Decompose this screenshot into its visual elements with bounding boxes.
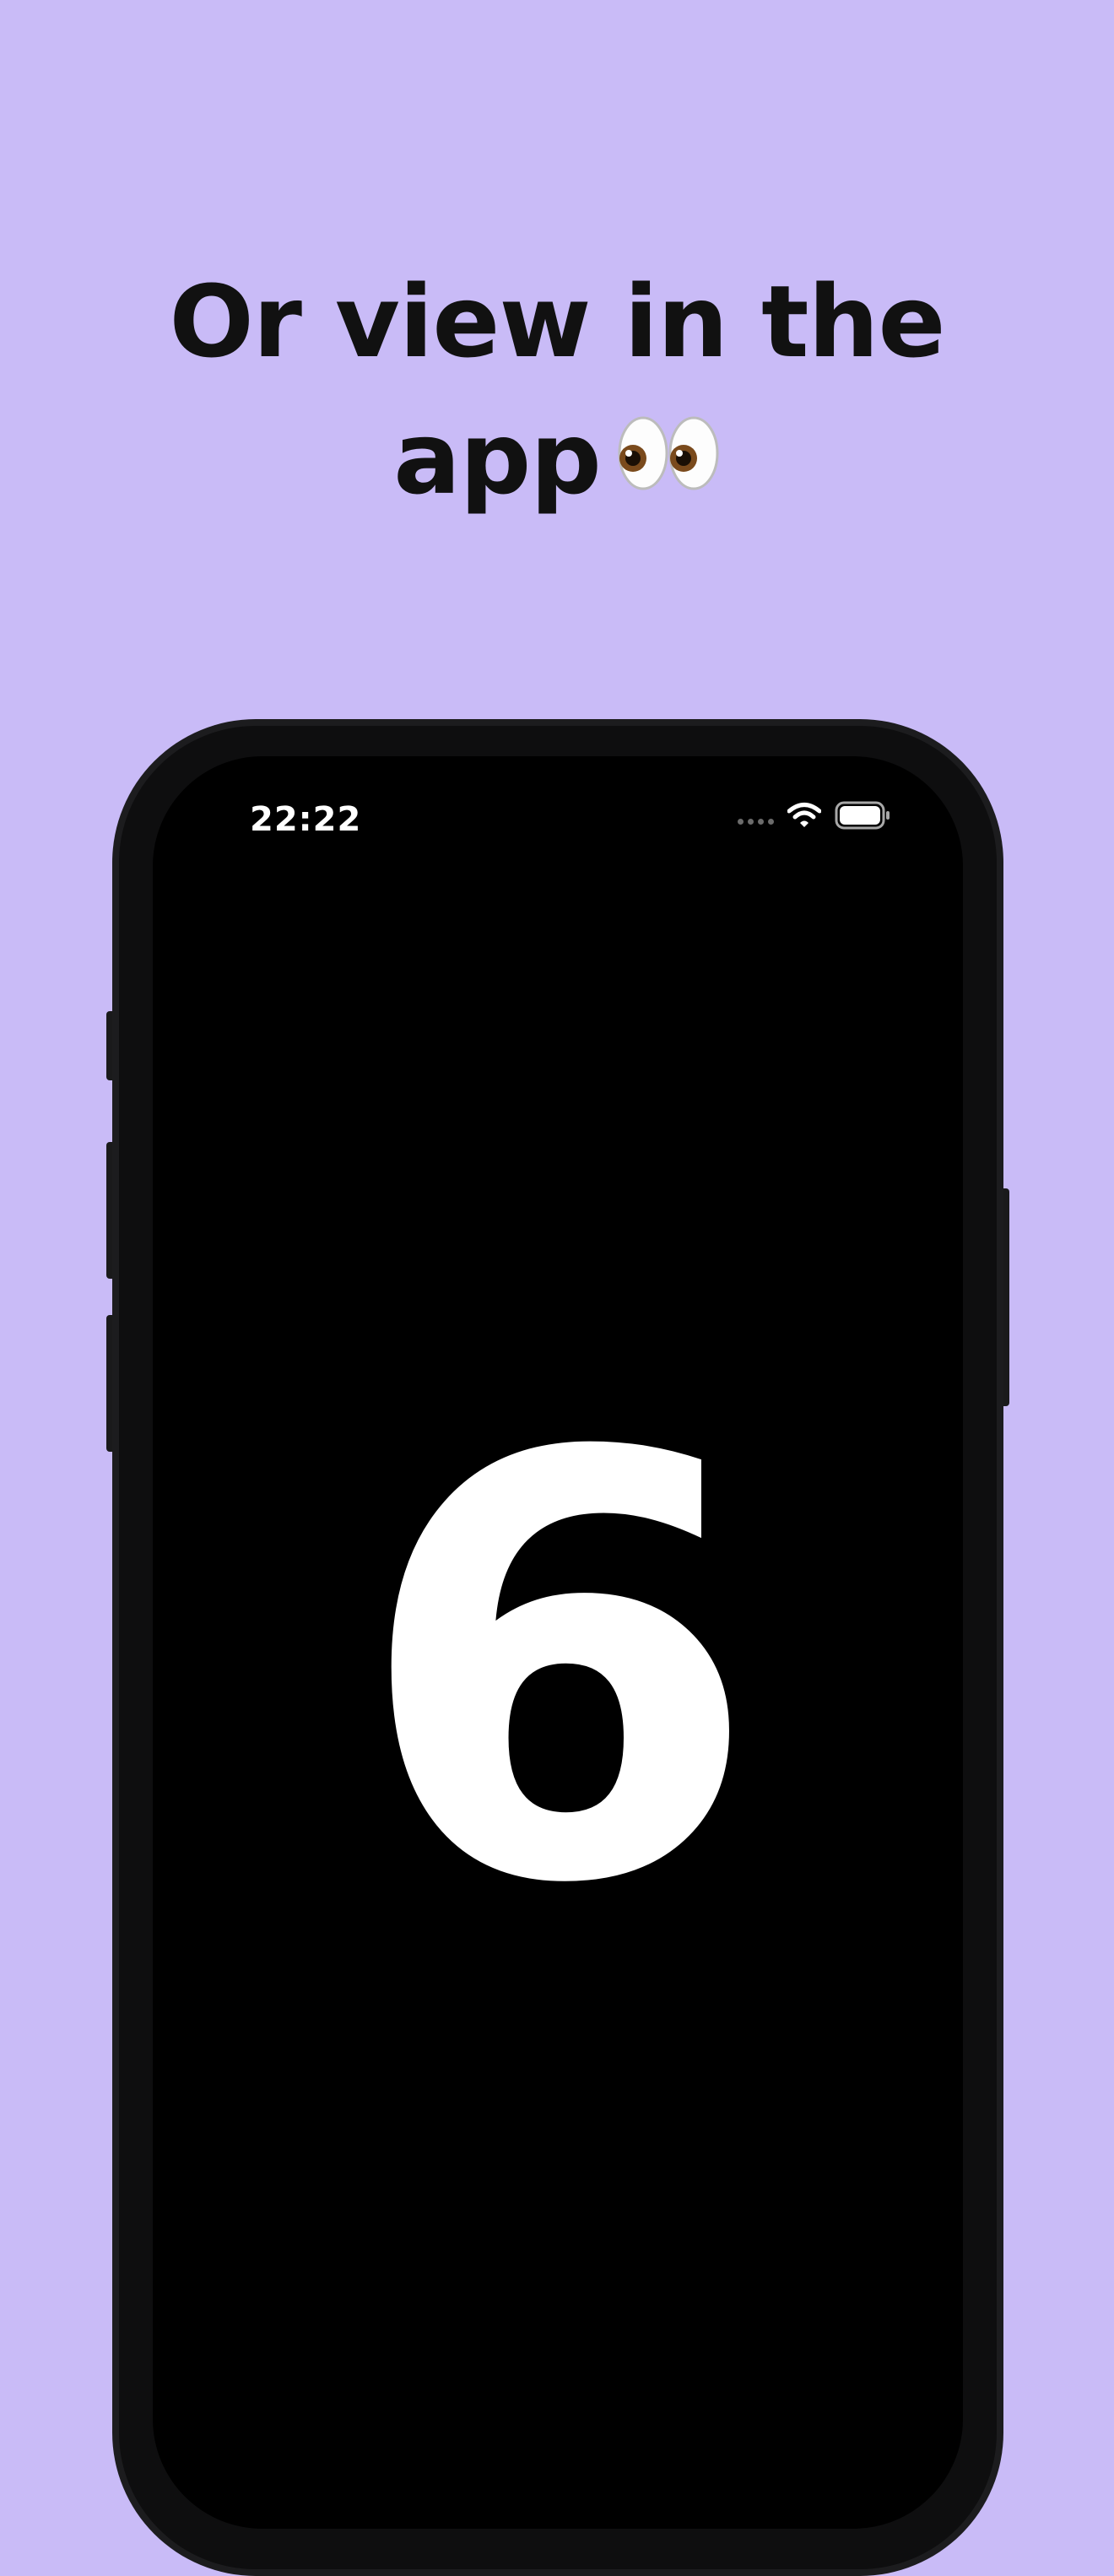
phone-screen: 22:22 6: [153, 756, 963, 2529]
status-icons: [738, 800, 890, 834]
eyes-icon: [616, 389, 721, 526]
status-time: 22:22: [250, 800, 362, 839]
wifi-icon: [787, 802, 822, 832]
countdown-number: 6: [354, 1333, 761, 2010]
phone-frame: 22:22 6: [112, 719, 1003, 2576]
headline-line-1: Or view in the: [169, 263, 945, 380]
headline: Or view in the app: [0, 253, 1114, 534]
headline-line-2: app: [0, 390, 1114, 534]
signal-dots-icon: [738, 818, 774, 825]
battery-icon: [835, 801, 890, 833]
headline-app-word: app: [393, 400, 602, 517]
